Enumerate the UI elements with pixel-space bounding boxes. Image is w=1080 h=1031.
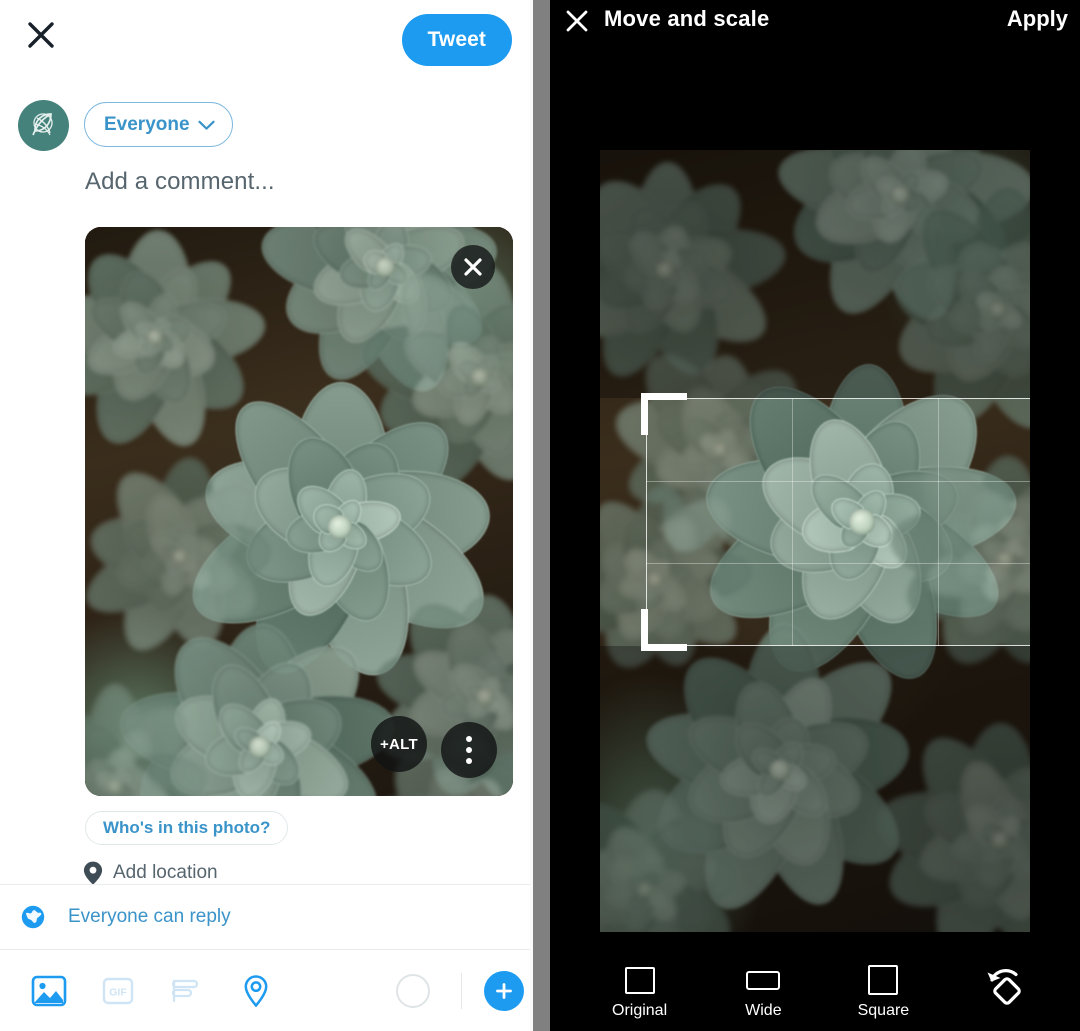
toolbar-divider (461, 972, 462, 1009)
location-icon[interactable] (221, 972, 290, 1010)
crop-handle-top-left[interactable] (641, 393, 687, 435)
crop-stage[interactable] (600, 150, 1030, 932)
crop-title: Move and scale (604, 6, 770, 31)
grid-line (937, 398, 939, 646)
gif-icon[interactable]: GIF (83, 972, 152, 1010)
aspect-ratio-bar: Original Wide Square (550, 959, 1080, 1025)
add-location-button[interactable]: Add location (82, 860, 218, 886)
succulent-core (375, 257, 395, 277)
image-options-button[interactable] (441, 722, 497, 778)
succulent-core (249, 736, 271, 758)
grid-line (646, 480, 1030, 482)
add-location-label: Add location (113, 862, 218, 883)
succulent-photo (85, 227, 513, 796)
close-icon[interactable] (22, 16, 60, 54)
avatar[interactable] (18, 100, 69, 151)
reply-scope-label: Everyone can reply (68, 906, 231, 927)
plus-icon (496, 982, 512, 999)
identity-row: Everyone (0, 100, 530, 164)
succulent-core (328, 515, 352, 539)
ratio-label: Square (857, 1002, 910, 1019)
more-vertical-icon (466, 747, 472, 753)
crop-header: Move and scale Apply (550, 0, 1080, 40)
crop-handle-bottom-left[interactable] (641, 609, 687, 651)
grid-line (646, 563, 1030, 565)
character-count-ring (395, 973, 430, 1008)
add-tweet-button[interactable] (484, 970, 524, 1011)
leaf-globe-avatar (31, 112, 53, 135)
alt-text-button[interactable]: +ALT (371, 716, 427, 772)
succulent-core (107, 779, 123, 795)
reply-scope-row[interactable]: Everyone can reply (0, 885, 530, 949)
compose-header: Tweet (0, 0, 530, 81)
globe-icon (21, 905, 45, 929)
ratio-label: Original (612, 1002, 668, 1019)
location-pin-icon (83, 861, 103, 885)
more-vertical-icon (466, 758, 472, 764)
screen-root: Tweet Everyone Add a comment... +ALT Who… (0, 0, 1080, 1031)
poll-icon[interactable] (152, 972, 221, 1010)
ratio-label: Wide (745, 1002, 782, 1019)
succulent-core (172, 549, 188, 565)
media-icon[interactable] (14, 972, 83, 1010)
ratio-option-square[interactable]: Square (857, 964, 910, 1020)
chevron-down-icon (197, 120, 215, 130)
rotate-icon (987, 969, 1021, 1005)
crop-frame[interactable] (641, 393, 1030, 651)
panel-divider (530, 0, 550, 1031)
audience-label: Everyone (104, 113, 190, 135)
succulent-core (476, 688, 494, 706)
remove-image-button[interactable] (451, 245, 495, 289)
rotate-button[interactable] (983, 963, 1029, 1007)
compose-panel: Tweet Everyone Add a comment... +ALT Who… (0, 0, 530, 1031)
more-vertical-icon (466, 736, 472, 742)
apply-button[interactable]: Apply (1007, 6, 1068, 32)
tweet-button[interactable]: Tweet (401, 14, 512, 66)
crop-panel: Move and scale Apply Original Wide Squar… (550, 0, 1080, 1031)
compose-toolbar: GIF (0, 950, 530, 1031)
comment-input[interactable]: Add a comment... (85, 168, 275, 196)
audience-selector[interactable]: Everyone (84, 102, 233, 147)
rect-wide-icon (746, 964, 781, 996)
close-icon (464, 258, 482, 276)
close-icon[interactable] (562, 6, 592, 36)
succulent-core (890, 185, 910, 205)
ratio-option-wide[interactable]: Wide (745, 964, 782, 1020)
photo-preview[interactable]: +ALT (85, 227, 513, 796)
ratio-option-original[interactable]: Original (612, 964, 667, 1020)
tag-people-button[interactable]: Who's in this photo? (85, 811, 289, 845)
progress-circle-icon[interactable] (378, 973, 447, 1008)
succulent-core (656, 261, 674, 279)
svg-text:GIF: GIF (109, 986, 127, 998)
grid-line (791, 398, 793, 646)
rect-original-icon (624, 964, 655, 996)
rect-square-icon (868, 964, 899, 996)
